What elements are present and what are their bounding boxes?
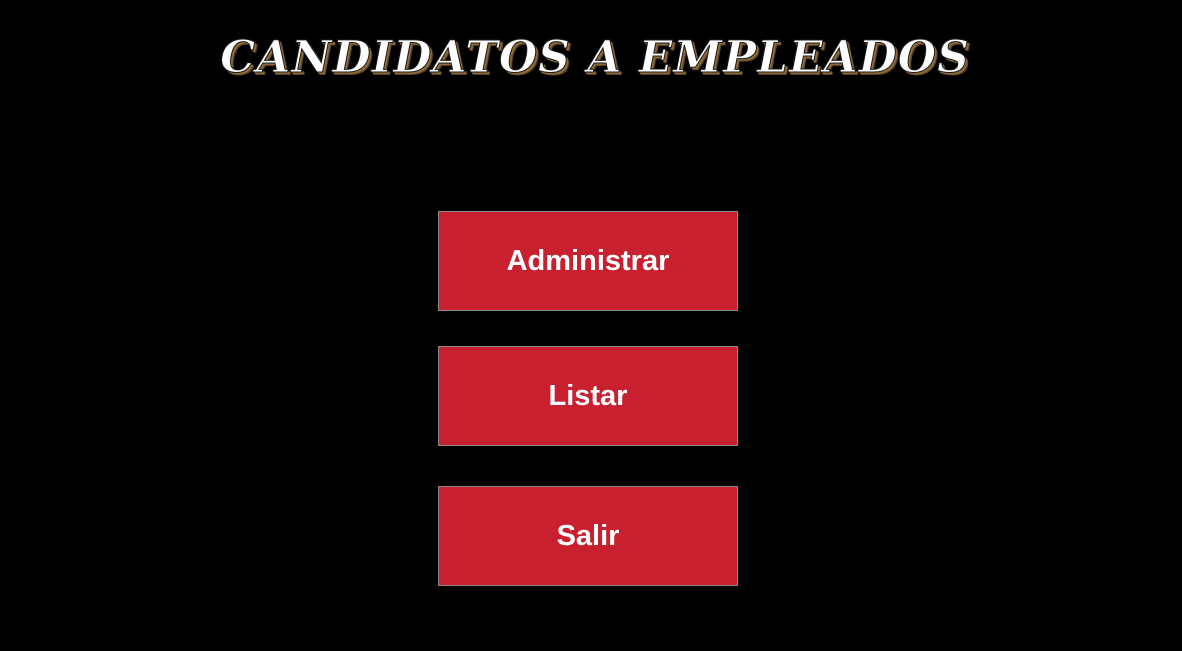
listar-button[interactable]: Listar [438, 346, 738, 446]
salir-button[interactable]: Salir [438, 486, 738, 586]
main-menu-screen: CANDIDATOS A EMPLEADOS Administrar Lista… [0, 0, 1182, 651]
page-title: CANDIDATOS A EMPLEADOS [220, 32, 970, 84]
administrar-button[interactable]: Administrar [438, 211, 738, 311]
